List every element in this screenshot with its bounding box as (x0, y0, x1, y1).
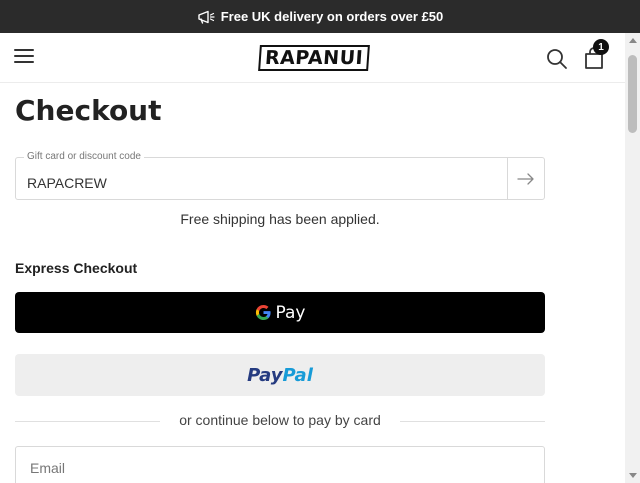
announcement-bar: Free UK delivery on orders over £50 (0, 0, 640, 33)
google-pay-label: Pay (275, 302, 306, 323)
discount-code-field: Gift card or discount code (15, 151, 545, 200)
megaphone-icon (198, 10, 215, 24)
page-scrollbar[interactable] (625, 33, 640, 483)
paypal-logo-part1: Pay (247, 364, 283, 386)
site-logo[interactable]: RAPANUI (258, 45, 371, 71)
discount-code-input[interactable] (16, 158, 509, 199)
arrow-right-icon (517, 172, 534, 185)
google-g-icon (255, 304, 271, 321)
paypal-logo-part2: Pal (282, 364, 313, 386)
paypal-button[interactable]: Pay Pal (15, 354, 545, 396)
email-input[interactable] (15, 446, 545, 483)
free-shipping-message: Free shipping has been applied. (180, 211, 380, 227)
site-header: RAPANUI 1 (0, 33, 625, 83)
apply-discount-button[interactable] (507, 158, 544, 199)
hamburger-menu-icon[interactable] (14, 49, 34, 67)
divider-line-right (400, 421, 545, 422)
scroll-up-icon[interactable] (629, 38, 637, 43)
announcement-text: Free UK delivery on orders over £50 (220, 9, 444, 24)
scrollbar-thumb[interactable] (628, 55, 637, 133)
search-icon[interactable] (546, 48, 568, 70)
google-pay-button[interactable]: Pay (15, 292, 545, 333)
page-title: Checkout (15, 94, 162, 127)
payment-divider: or continue below to pay by card (15, 412, 545, 430)
cart-count-badge: 1 (593, 39, 609, 55)
divider-text: or continue below to pay by card (179, 412, 381, 428)
scroll-down-icon[interactable] (629, 473, 637, 478)
express-checkout-heading: Express Checkout (15, 260, 138, 276)
